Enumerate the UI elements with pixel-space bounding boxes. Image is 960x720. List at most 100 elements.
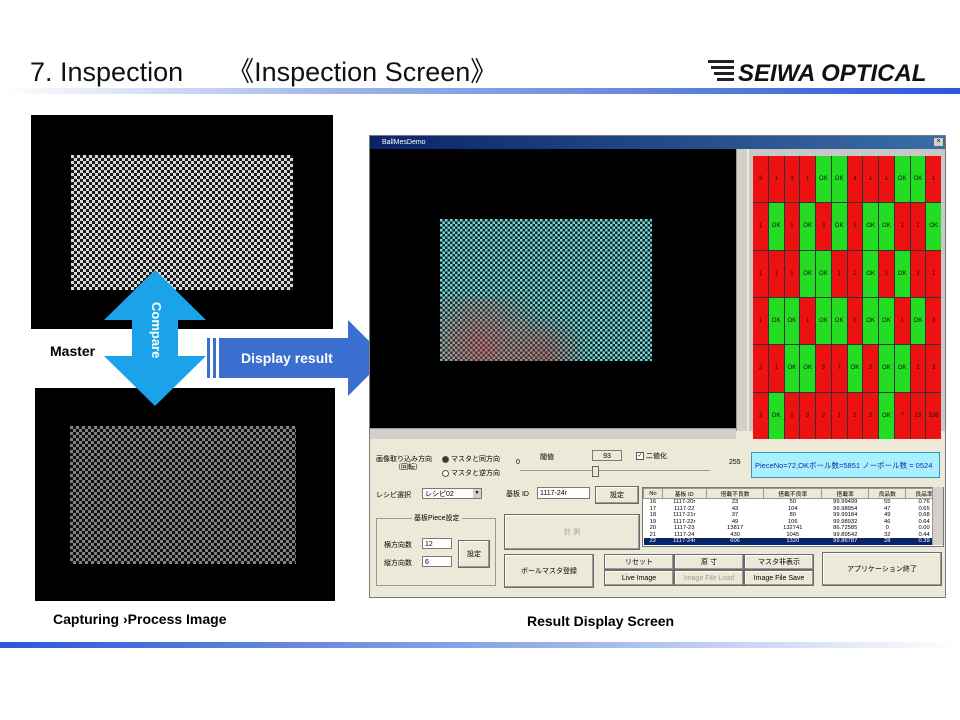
piece-cell[interactable]: 1: [768, 156, 784, 203]
piece-cell[interactable]: 1: [753, 297, 768, 345]
piece-cell[interactable]: OK: [768, 297, 784, 345]
piece-cell[interactable]: 2: [910, 345, 926, 392]
radio-same-direction[interactable]: マスタと同方向: [442, 454, 500, 464]
piece-cell[interactable]: OK: [800, 250, 815, 297]
piece-cell[interactable]: 536: [926, 392, 941, 439]
inspection-image-view[interactable]: [370, 149, 736, 431]
close-icon[interactable]: ×: [934, 138, 943, 146]
piece-cell[interactable]: 1: [926, 250, 941, 297]
piece-cell[interactable]: OK: [910, 297, 926, 345]
piece-cell[interactable]: 1: [784, 203, 800, 250]
piece-cell[interactable]: 1: [831, 250, 847, 297]
piece-cell[interactable]: 3: [847, 297, 863, 345]
table-row[interactable]: 16 1117-20r 23 50 99.99499 55 0.76: [644, 499, 943, 506]
piece-cell[interactable]: 1: [800, 297, 815, 345]
piece-cell[interactable]: OK: [816, 297, 831, 345]
board-id-input[interactable]: 1117-24r: [537, 487, 590, 499]
piece-cell[interactable]: 3: [816, 203, 831, 250]
piece-cell[interactable]: OK: [894, 156, 910, 203]
ball-master-register-button[interactable]: ボールマスタ登録: [504, 554, 594, 588]
piece-cell[interactable]: 3: [816, 345, 831, 392]
radio-reverse-direction[interactable]: マスタと逆方向: [442, 468, 500, 478]
piece-cell[interactable]: 1: [926, 156, 941, 203]
piece-cell[interactable]: OK: [894, 345, 910, 392]
piece-cell[interactable]: OK: [831, 297, 847, 345]
measure-button[interactable]: 計 測: [504, 514, 640, 550]
piece-cell[interactable]: OK: [910, 156, 926, 203]
image-file-load-button[interactable]: Image File Load: [674, 570, 744, 586]
piece-cell[interactable]: OK: [863, 297, 878, 345]
piece-cell[interactable]: 1: [879, 156, 894, 203]
piece-cell[interactable]: OK: [894, 250, 910, 297]
piece-cell[interactable]: 1: [768, 250, 784, 297]
piece-cell[interactable]: OK: [863, 203, 878, 250]
piece-cell[interactable]: 1: [910, 203, 926, 250]
recipe-select[interactable]: レシピ02 ▼: [422, 488, 482, 499]
original-size-button[interactable]: 原 寸: [674, 554, 744, 570]
piece-cell[interactable]: 1: [784, 250, 800, 297]
image-horizontal-scrollbar[interactable]: [370, 428, 736, 439]
piece-cell[interactable]: 7: [894, 392, 910, 439]
piece-cell[interactable]: 3: [800, 392, 815, 439]
piece-cell[interactable]: 1: [894, 203, 910, 250]
piece-cell[interactable]: OK: [816, 250, 831, 297]
piece-cell[interactable]: OK: [784, 345, 800, 392]
chevron-down-icon[interactable]: ▼: [473, 489, 481, 498]
piece-cell[interactable]: 2: [753, 345, 768, 392]
piece-cell[interactable]: 1: [753, 203, 768, 250]
piece-cell[interactable]: 1: [831, 392, 847, 439]
piece-cell[interactable]: OK: [847, 345, 863, 392]
piece-cell[interactable]: OK: [768, 203, 784, 250]
piece-cell[interactable]: OK: [816, 156, 831, 203]
piece-cell[interactable]: OK: [926, 203, 941, 250]
piece-cell[interactable]: OK: [879, 345, 894, 392]
piece-cell[interactable]: 3: [926, 345, 941, 392]
piece-cell[interactable]: 3: [879, 250, 894, 297]
piece-cell[interactable]: 7: [831, 345, 847, 392]
table-vertical-scrollbar[interactable]: [932, 487, 943, 545]
piece-cell[interactable]: OK: [879, 203, 894, 250]
piece-cell[interactable]: OK: [831, 156, 847, 203]
piece-cell[interactable]: 3: [910, 250, 926, 297]
piece-cell[interactable]: 1: [768, 345, 784, 392]
piece-cell[interactable]: 1: [894, 297, 910, 345]
live-image-button[interactable]: Live Image: [604, 570, 674, 586]
result-table[interactable]: No 基板 ID 搭載不良数 搭載不良率 搭載率 良品数 良品率 16 1117-20r 23 5…: [642, 487, 944, 547]
piece-cell[interactable]: 3: [847, 203, 863, 250]
exit-application-button[interactable]: アプリケーション終了: [822, 552, 942, 586]
piece-cell[interactable]: 4: [847, 156, 863, 203]
piece-cell[interactable]: 3: [753, 156, 768, 203]
piece-cell[interactable]: 13: [910, 392, 926, 439]
piece-cell[interactable]: OK: [879, 392, 894, 439]
piece-cell[interactable]: OK: [863, 250, 878, 297]
piece-cell[interactable]: OK: [879, 297, 894, 345]
piece-cell[interactable]: 1: [800, 156, 815, 203]
reset-button[interactable]: リセット: [604, 554, 674, 570]
piece-cell[interactable]: OK: [800, 203, 815, 250]
piece-cell[interactable]: 2: [816, 392, 831, 439]
piece-cell[interactable]: OK: [784, 297, 800, 345]
table-row[interactable]: 22 1117-24r 606 1320 99.86787 28 0.39: [643, 538, 943, 545]
piece-cell[interactable]: 2: [847, 392, 863, 439]
piece-cell[interactable]: OK: [831, 203, 847, 250]
vertical-count-input[interactable]: 6: [422, 556, 452, 567]
master-hide-button[interactable]: マスタ非表示: [744, 554, 814, 570]
piece-cell[interactable]: 1: [784, 392, 800, 439]
piece-cell[interactable]: 3: [753, 392, 768, 439]
slider-thumb[interactable]: [592, 466, 600, 477]
piece-set-button[interactable]: 設定: [458, 540, 490, 568]
threshold-slider[interactable]: [520, 466, 710, 477]
horizontal-count-input[interactable]: 12: [422, 538, 452, 549]
binarize-checkbox[interactable]: ✓ 二値化: [636, 451, 667, 461]
piece-cell[interactable]: 1: [863, 156, 878, 203]
piece-cell[interactable]: 2: [847, 250, 863, 297]
board-set-button[interactable]: 設定: [595, 486, 639, 504]
piece-cell[interactable]: 3: [926, 297, 941, 345]
piece-cell[interactable]: OK: [768, 392, 784, 439]
piece-cell[interactable]: 3: [863, 345, 878, 392]
piece-cell[interactable]: 1: [753, 250, 768, 297]
image-file-save-button[interactable]: Image File Save: [744, 570, 814, 586]
piece-cell[interactable]: 3: [784, 156, 800, 203]
image-vertical-scrollbar[interactable]: [736, 149, 747, 431]
piece-cell[interactable]: OK: [800, 345, 815, 392]
